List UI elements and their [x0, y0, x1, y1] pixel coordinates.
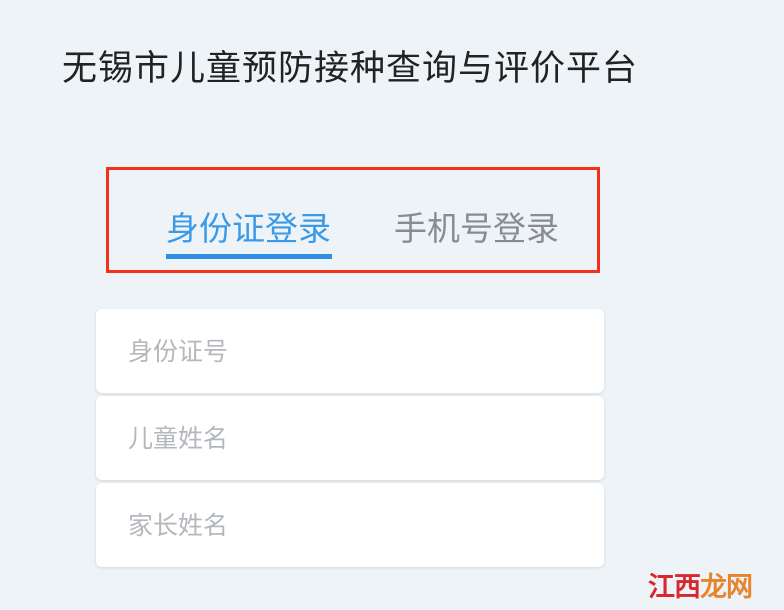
- child-name-field: [96, 396, 604, 480]
- login-tabs: 身份证登录 手机号登录: [106, 167, 600, 273]
- parent-name-input[interactable]: [96, 483, 604, 567]
- watermark-logo: 江西龙网: [648, 565, 753, 604]
- watermark-text-b: 龙网: [700, 572, 753, 603]
- page-title: 无锡市儿童预防接种查询与评价平台: [62, 49, 639, 89]
- tab-phone-login[interactable]: 手机号登录: [394, 202, 559, 250]
- id-number-input[interactable]: [96, 309, 604, 393]
- child-name-input[interactable]: [96, 396, 604, 480]
- parent-name-field: [96, 483, 604, 567]
- tab-id-card-login[interactable]: 身份证登录: [166, 202, 331, 250]
- watermark-text-a: 江西: [648, 572, 701, 603]
- id-number-field: [96, 309, 604, 393]
- active-tab-indicator: [166, 254, 332, 259]
